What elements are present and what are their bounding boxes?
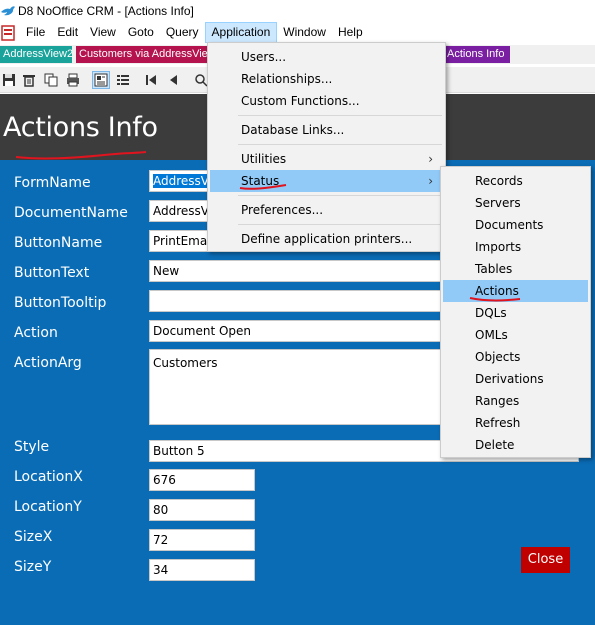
copy-icon[interactable] (42, 71, 60, 89)
field-label-buttonname: ButtonName (14, 235, 103, 251)
submenu-item-tables[interactable]: Tables (443, 258, 588, 280)
menu-separator (238, 115, 442, 116)
submenu-item-actions[interactable]: Actions (443, 280, 588, 302)
submenu-item-ranges[interactable]: Ranges (443, 390, 588, 412)
menu-edit[interactable]: Edit (51, 22, 84, 43)
submenu-item-servers[interactable]: Servers (443, 192, 588, 214)
menu-view[interactable]: View (84, 22, 122, 43)
field-label-buttontooltip: ButtonTooltip (14, 295, 107, 311)
menu-separator (238, 195, 442, 196)
field-label-sizex: SizeX (14, 529, 53, 545)
chevron-right-icon: › (428, 174, 433, 188)
submenu-item-records[interactable]: Records (443, 170, 588, 192)
window-title: D8 NoOffice CRM - [Actions Info] (18, 4, 194, 18)
tab-actions-info[interactable]: Actions Info (444, 46, 510, 63)
form-view-icon[interactable] (92, 71, 110, 89)
submenu-item-omls[interactable]: OMLs (443, 324, 588, 346)
menu-application[interactable]: Application (204, 22, 278, 43)
menu-help[interactable]: Help (332, 22, 369, 43)
menu-item-define-printers[interactable]: Define application printers... (210, 228, 443, 250)
menu-item-users[interactable]: Users... (210, 46, 443, 68)
first-record-icon[interactable] (142, 71, 160, 89)
delete-icon[interactable] (20, 71, 38, 89)
submenu-item-imports[interactable]: Imports (443, 236, 588, 258)
submenu-item-delete[interactable]: Delete (443, 434, 588, 456)
menu-separator (238, 224, 442, 225)
locationx-field[interactable]: 676 (149, 469, 255, 491)
field-label-style: Style (14, 439, 50, 455)
selected-text: AddressV (153, 174, 209, 188)
field-label-documentname: DocumentName (14, 205, 128, 221)
chevron-right-icon: › (428, 152, 433, 166)
submenu-item-objects[interactable]: Objects (443, 346, 588, 368)
field-label-action: Action (14, 325, 58, 341)
menu-item-label: Utilities (241, 152, 287, 166)
title-bar: D8 NoOffice CRM - [Actions Info] (0, 0, 595, 22)
menu-query[interactable]: Query (160, 22, 205, 43)
menu-item-relationships[interactable]: Relationships... (210, 68, 443, 90)
list-view-icon[interactable] (114, 71, 132, 89)
tab-addressview2[interactable]: AddressView2 (0, 46, 72, 63)
menu-item-label: Status (241, 174, 280, 188)
field-label-actionarg: ActionArg (14, 355, 82, 371)
page-title: Actions Info (3, 112, 158, 143)
menu-separator (238, 144, 442, 145)
field-label-sizey: SizeY (14, 559, 52, 575)
field-label-buttontext: ButtonText (14, 265, 90, 281)
submenu-item-documents[interactable]: Documents (443, 214, 588, 236)
submenu-item-refresh[interactable]: Refresh (443, 412, 588, 434)
save-icon[interactable] (0, 71, 18, 89)
app-bird-icon (1, 6, 15, 16)
menu-item-utilities[interactable]: Utilities › (210, 148, 443, 170)
menu-item-preferences[interactable]: Preferences... (210, 199, 443, 221)
menu-item-status[interactable]: Status › (210, 170, 443, 192)
menu-window[interactable]: Window (277, 22, 332, 43)
submenu-item-dqls[interactable]: DQLs (443, 302, 588, 324)
menu-goto[interactable]: Goto (122, 22, 160, 43)
field-label-locationy: LocationY (14, 499, 82, 515)
document-menu-icon[interactable] (0, 24, 16, 41)
menu-item-custom-functions[interactable]: Custom Functions... (210, 90, 443, 112)
close-button[interactable]: Close (521, 547, 570, 573)
previous-record-icon[interactable] (164, 71, 182, 89)
tab-label: Actions Info (447, 48, 505, 60)
print-icon[interactable] (64, 71, 82, 89)
menu-item-database-links[interactable]: Database Links... (210, 119, 443, 141)
locationy-field[interactable]: 80 (149, 499, 255, 521)
tab-label: AddressView2 (3, 48, 72, 60)
tab-customers-via-addressview[interactable]: Customers via AddressView (76, 46, 208, 63)
submenu-item-derivations[interactable]: Derivations (443, 368, 588, 390)
field-label-formname: FormName (14, 175, 91, 191)
sizex-field[interactable]: 72 (149, 529, 255, 551)
tab-label: Customers via AddressView (79, 48, 208, 60)
status-submenu: Records Servers Documents Imports Tables… (440, 166, 591, 458)
field-label-locationx: LocationX (14, 469, 83, 485)
menu-file[interactable]: File (20, 22, 51, 43)
menu-bar: File Edit View Goto Query Application Wi… (0, 22, 595, 43)
sizey-field[interactable]: 34 (149, 559, 255, 581)
application-menu: Users... Relationships... Custom Functio… (207, 42, 446, 252)
